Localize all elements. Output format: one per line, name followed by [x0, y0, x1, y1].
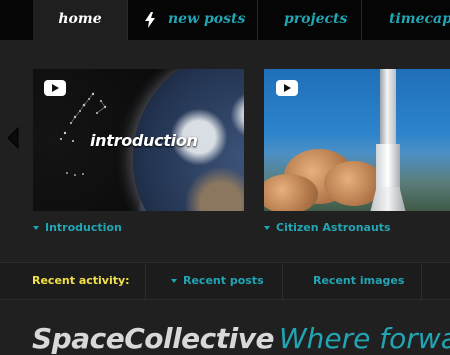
- lightning-icon: [145, 12, 155, 28]
- chevron-left-icon[interactable]: [7, 127, 19, 149]
- triangle-down-icon: [33, 226, 39, 230]
- slide-caption-link[interactable]: Introduction: [33, 221, 122, 234]
- recent-activity-label: Recent activity:: [32, 274, 130, 287]
- tab-recent-posts-label: Recent posts: [183, 274, 264, 287]
- nav-divider: [361, 0, 362, 40]
- activity-divider: [421, 263, 422, 299]
- activity-divider: [145, 263, 146, 299]
- slide-title: introduction: [90, 131, 198, 150]
- tab-recent-images[interactable]: Recent images: [313, 274, 404, 287]
- nav-timecapsule-label: timecapsu: [389, 11, 450, 27]
- nav-projects-label: projects: [284, 11, 348, 27]
- tab-recent-images-label: Recent images: [313, 274, 405, 287]
- activity-divider: [282, 263, 283, 299]
- nav-divider: [127, 0, 128, 40]
- nav-new-posts[interactable]: new posts: [168, 0, 245, 40]
- nav-timecapsule[interactable]: timecapsu: [389, 0, 450, 40]
- recent-activity-bar: Recent activity: Recent posts Recent ima…: [0, 262, 450, 300]
- caption-label: Introduction: [45, 221, 122, 234]
- slide-caption-link[interactable]: Citizen Astronauts: [264, 221, 391, 234]
- brand-tagline: Where forwar: [279, 322, 450, 355]
- triangle-down-icon: [171, 279, 177, 283]
- nav-divider: [257, 0, 258, 40]
- youtube-play-icon[interactable]: [276, 80, 298, 96]
- nav-new-posts-label: new posts: [168, 11, 246, 27]
- brand-title: SpaceCollective: [32, 322, 274, 355]
- youtube-play-icon[interactable]: [44, 80, 66, 96]
- caption-label: Citizen Astronauts: [276, 221, 391, 234]
- slide-citizen-astronauts[interactable]: [264, 69, 450, 211]
- nav-projects[interactable]: projects: [284, 0, 347, 40]
- smoke-cloud: [264, 174, 318, 211]
- tab-recent-posts[interactable]: Recent posts: [171, 274, 264, 287]
- triangle-down-icon: [264, 226, 270, 230]
- nav-home-label: home: [58, 11, 102, 27]
- top-nav: home new posts projects timecapsu: [0, 0, 450, 40]
- slide-introduction[interactable]: introduction: [33, 69, 244, 211]
- nav-home[interactable]: home: [33, 0, 127, 40]
